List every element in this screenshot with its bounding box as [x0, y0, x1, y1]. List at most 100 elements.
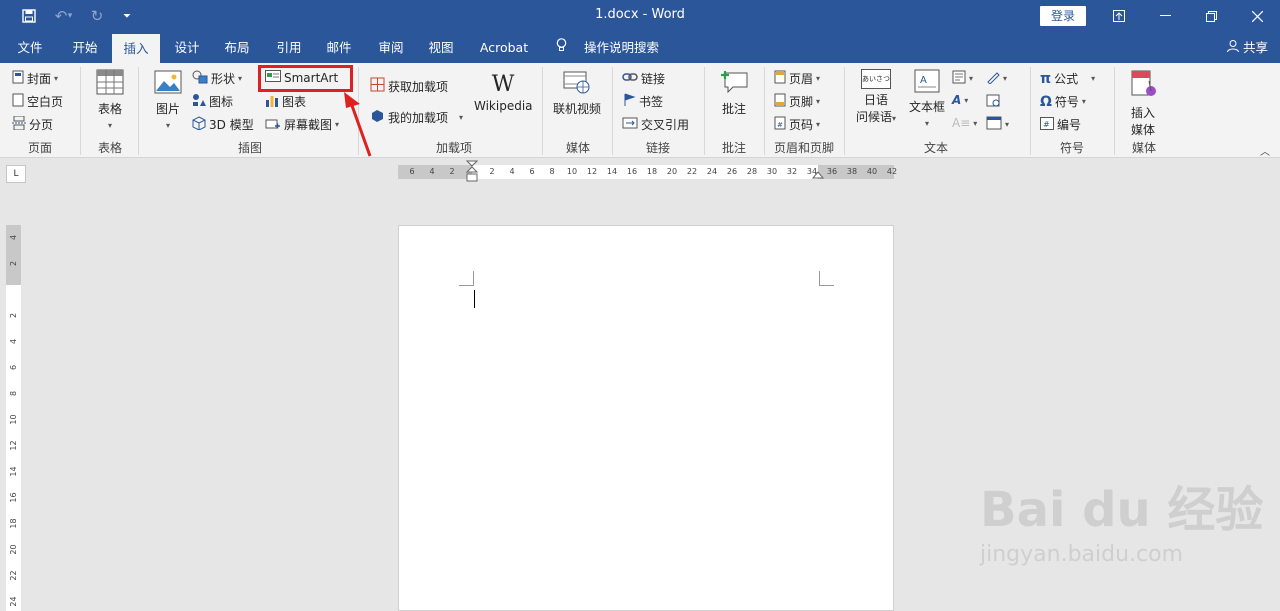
close-icon[interactable] — [1234, 0, 1280, 32]
my-addins-button[interactable]: 我的加载项 ▾ — [370, 108, 463, 126]
ribbon-insert: 封面 ▾ 空白页 分页 页面 表格 ▾ 表格 图片 ▾ 形状 ▾ 图标 3D 模型 Sm… — [0, 63, 1280, 158]
ruler-tick: 42 — [886, 167, 898, 176]
wordart-button[interactable]: A ▾ — [952, 93, 968, 107]
pictures-button[interactable]: 图片 ▾ — [150, 69, 186, 131]
insert-media-button[interactable]: 插入 媒体 — [1122, 69, 1164, 138]
text-box-button[interactable]: A 文本框 ▾ — [905, 69, 949, 129]
ruler-tick: 24 — [9, 596, 18, 607]
header-button[interactable]: 页眉 ▾ — [774, 70, 820, 87]
number-label: 编号 — [1057, 118, 1082, 132]
tab-file[interactable]: 文件 — [8, 32, 52, 63]
cover-page-icon — [12, 70, 24, 87]
media-group-label: 媒体 — [565, 141, 590, 155]
footer-icon — [774, 93, 786, 110]
indent-marker-icon[interactable] — [466, 160, 478, 186]
online-video-icon — [552, 69, 602, 98]
ruler-tick: 22 — [9, 570, 18, 581]
wikipedia-button[interactable]: W Wikipedia — [474, 73, 533, 114]
insert-media-icon — [1122, 69, 1164, 102]
quick-parts-button[interactable]: ▾ — [952, 70, 973, 87]
ruler-tick: 14 — [9, 466, 18, 477]
chart-icon — [265, 94, 279, 110]
ruler-tick: 12 — [586, 167, 598, 176]
tab-acrobat[interactable]: Acrobat — [474, 32, 534, 63]
ruler-tick: 2 — [489, 167, 495, 176]
tab-view[interactable]: 视图 — [418, 32, 464, 63]
lightbulb-icon — [556, 32, 570, 63]
number-button[interactable]: # 编号 — [1040, 116, 1081, 133]
ruler-tick: 12 — [9, 440, 18, 451]
link-button[interactable]: 链接 — [622, 70, 665, 87]
shapes-label: 形状 — [211, 72, 236, 86]
tab-stop-selector[interactable]: L — [6, 165, 26, 183]
wikipedia-label: Wikipedia — [474, 99, 533, 113]
ribbon-display-options-icon[interactable] — [1096, 0, 1142, 32]
symbol-label: 符号 — [1054, 95, 1079, 109]
symbol-button[interactable]: Ω 符号 ▾ — [1040, 93, 1086, 110]
tab-insert[interactable]: 插入 — [112, 34, 160, 63]
page-number-button[interactable]: # 页码 ▾ — [774, 116, 820, 133]
shapes-button[interactable]: 形状 ▾ — [192, 70, 242, 87]
restore-icon[interactable] — [1188, 0, 1234, 32]
ruler-tick: 40 — [866, 167, 878, 176]
ruler-tick: 24 — [706, 167, 718, 176]
header-icon — [774, 70, 786, 87]
object-icon — [986, 116, 1002, 133]
online-video-label: 联机视频 — [552, 102, 601, 116]
new-comment-button[interactable]: 批注 — [714, 69, 754, 117]
object-button[interactable]: ▾ — [986, 116, 1009, 133]
picture-icon — [150, 69, 186, 98]
online-video-button[interactable]: 联机视频 — [552, 69, 602, 117]
collapse-ribbon-icon[interactable]: ︿ — [1260, 143, 1270, 158]
horizontal-ruler[interactable]: 6 4 2 2 4 6 8 10 12 14 16 18 20 22 24 26 28 30 32 34 36 38 40 4… — [398, 160, 897, 182]
tab-home[interactable]: 开始 — [62, 32, 108, 63]
footer-button[interactable]: 页脚 ▾ — [774, 93, 820, 110]
insert-media-group-label: 媒体 — [1131, 141, 1156, 155]
link-icon — [622, 71, 638, 86]
signature-icon — [986, 70, 1000, 87]
cross-reference-button[interactable]: 交叉引用 — [622, 116, 689, 133]
table-icon — [92, 69, 128, 98]
japanese-line2: 问候语 — [855, 110, 892, 124]
cross-reference-label: 交叉引用 — [641, 118, 690, 132]
tab-references[interactable]: 引用 — [266, 32, 312, 63]
chart-button[interactable]: 图表 — [265, 93, 306, 110]
3d-models-label: 3D 模型 — [209, 118, 254, 132]
document-page[interactable] — [398, 225, 894, 611]
bookmark-button[interactable]: 书签 — [622, 93, 663, 110]
table-button[interactable]: 表格 ▾ — [92, 69, 128, 131]
chart-label: 图表 — [282, 95, 307, 109]
blank-page-button[interactable]: 空白页 — [12, 93, 63, 110]
signature-line-button[interactable]: ▾ — [986, 70, 1007, 87]
japanese-greetings-button[interactable]: あいさつ 日语 问候语▾ — [852, 69, 900, 125]
svg-text:A: A — [920, 75, 927, 86]
get-addins-label: 获取加载项 — [388, 79, 449, 94]
ruler-tick: 28 — [746, 167, 758, 176]
tell-me-search[interactable]: 操作说明搜索 — [556, 32, 659, 63]
ruler-tick: 32 — [786, 167, 798, 176]
get-addins-button[interactable]: 获取加载项 — [370, 77, 448, 95]
margin-corner-top-right — [819, 271, 834, 286]
share-button[interactable]: 共享 — [1227, 32, 1268, 63]
vertical-ruler[interactable]: 4 2 2 4 6 8 10 12 14 16 18 20 22 24 — [6, 225, 21, 611]
cover-page-label: 封面 — [27, 72, 52, 86]
equation-button[interactable]: π 公式 ▾ — [1040, 70, 1095, 87]
tab-layout[interactable]: 布局 — [214, 32, 260, 63]
screenshot-button[interactable]: 屏幕截图 ▾ — [265, 116, 339, 133]
login-button[interactable]: 登录 — [1040, 6, 1086, 26]
cover-page-button[interactable]: 封面 ▾ — [12, 70, 58, 87]
right-indent-marker-icon[interactable] — [812, 169, 824, 179]
page-break-button[interactable]: 分页 — [12, 115, 53, 133]
date-time-button[interactable] — [986, 93, 1000, 110]
3d-models-button[interactable]: 3D 模型 — [192, 116, 254, 133]
tab-review[interactable]: 审阅 — [368, 32, 414, 63]
window-title: 1.docx - Word — [595, 7, 685, 22]
ruler-tick: 36 — [826, 167, 838, 176]
icons-button[interactable]: 图标 — [192, 93, 233, 110]
tab-mailings[interactable]: 邮件 — [316, 32, 362, 63]
drop-cap-button[interactable]: A≡ ▾ — [952, 116, 977, 130]
tab-design[interactable]: 设计 — [164, 32, 210, 63]
ruler-tick: 2 — [449, 167, 455, 176]
minimize-icon[interactable] — [1142, 0, 1188, 32]
my-addins-label: 我的加载项 — [388, 110, 449, 125]
